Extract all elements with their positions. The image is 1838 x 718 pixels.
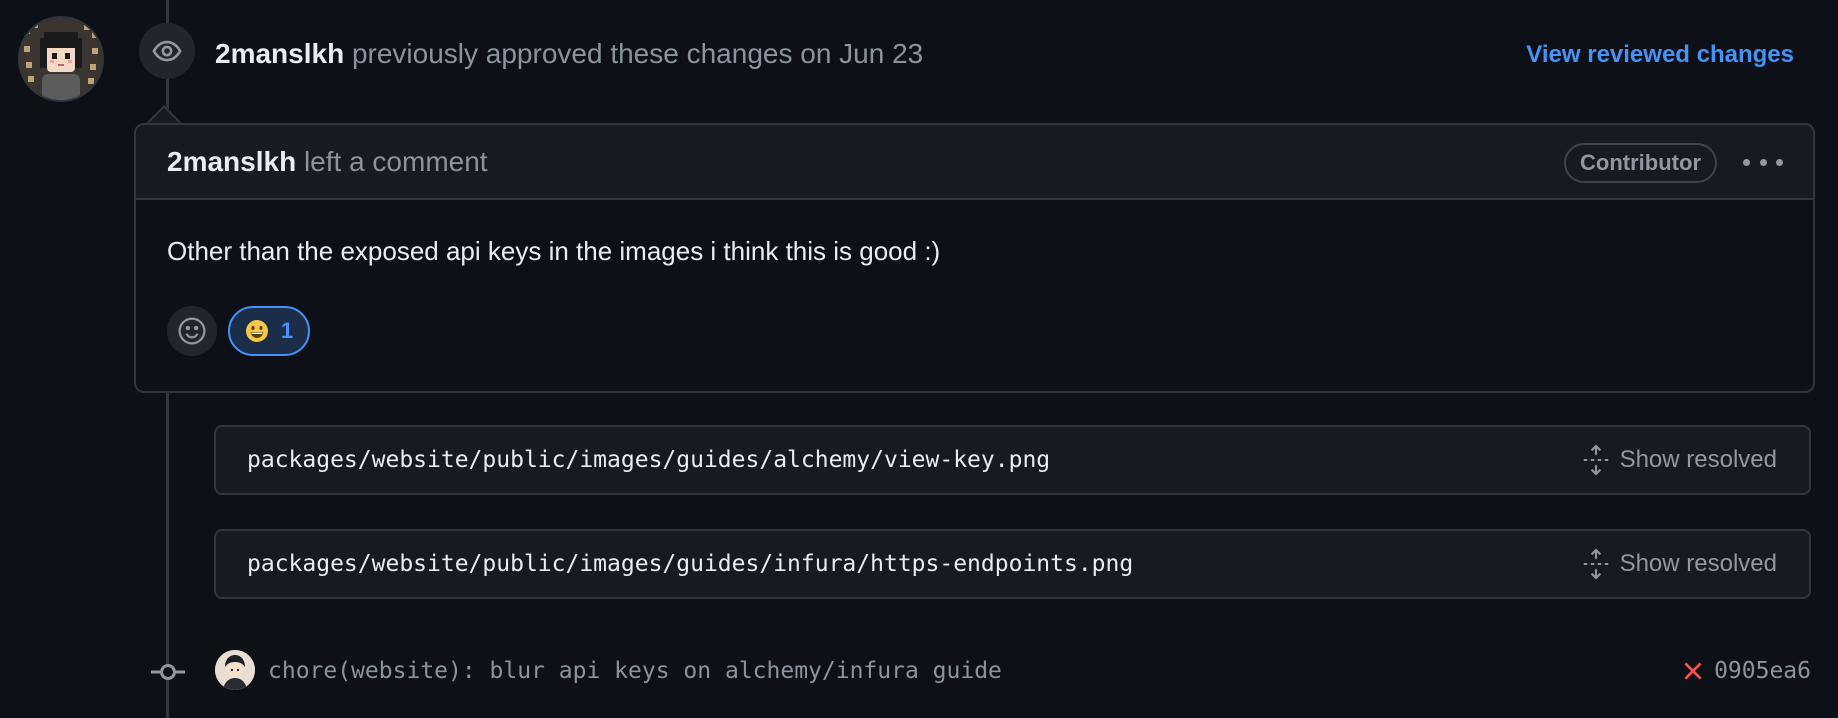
- x-icon[interactable]: [1682, 660, 1704, 682]
- reaction-count: 1: [280, 318, 294, 343]
- file-path[interactable]: packages/website/public/images/guides/in…: [247, 547, 1133, 581]
- more-options-icon[interactable]: [1743, 147, 1783, 177]
- review-author[interactable]: 2manslkh: [215, 38, 344, 69]
- contributor-badge: Contributor: [1564, 143, 1717, 183]
- commit-sha[interactable]: 0905ea6: [1714, 654, 1811, 688]
- timeline: 2manslkh previously approved these chang…: [0, 0, 1838, 718]
- view-reviewed-changes-link[interactable]: View reviewed changes: [1526, 38, 1794, 72]
- comment-box: 2manslkh left a comment Contributor Othe…: [134, 123, 1815, 393]
- review-header: 2manslkh previously approved these chang…: [215, 34, 923, 74]
- resolved-thread: packages/website/public/images/guides/al…: [214, 425, 1811, 495]
- comment-author[interactable]: 2manslkh: [167, 146, 296, 177]
- commit-status: 0905ea6: [1682, 654, 1811, 688]
- comment-header: 2manslkh left a comment Contributor: [136, 125, 1813, 200]
- commit-message[interactable]: chore(website): blur api keys on alchemy…: [268, 654, 1002, 688]
- unfold-icon: [1583, 548, 1608, 580]
- show-resolved-label: Show resolved: [1619, 446, 1777, 473]
- commit-author-avatar[interactable]: [215, 650, 255, 690]
- add-reaction-button[interactable]: [167, 306, 217, 356]
- comment-action-text: left a comment: [303, 146, 488, 177]
- comment-body: Other than the exposed api keys in the i…: [167, 236, 941, 266]
- reaction-grinning[interactable]: 1: [228, 306, 310, 356]
- commit-author-avatar-image: [215, 650, 255, 690]
- review-action-text: previously approved these changes on Jun…: [351, 38, 924, 69]
- file-path[interactable]: packages/website/public/images/guides/al…: [247, 443, 1050, 477]
- grinning-face-icon: [245, 320, 268, 342]
- show-resolved-button[interactable]: Show resolved: [1582, 443, 1777, 477]
- show-resolved-button[interactable]: Show resolved: [1582, 547, 1777, 581]
- resolved-thread: packages/website/public/images/guides/in…: [214, 529, 1811, 599]
- avatar-image: [20, 18, 102, 100]
- avatar[interactable]: [20, 18, 102, 100]
- smiley-icon: [178, 317, 206, 345]
- eye-icon: [139, 23, 195, 79]
- commit-icon: [151, 657, 185, 687]
- unfold-icon: [1583, 444, 1608, 476]
- show-resolved-label: Show resolved: [1619, 550, 1777, 577]
